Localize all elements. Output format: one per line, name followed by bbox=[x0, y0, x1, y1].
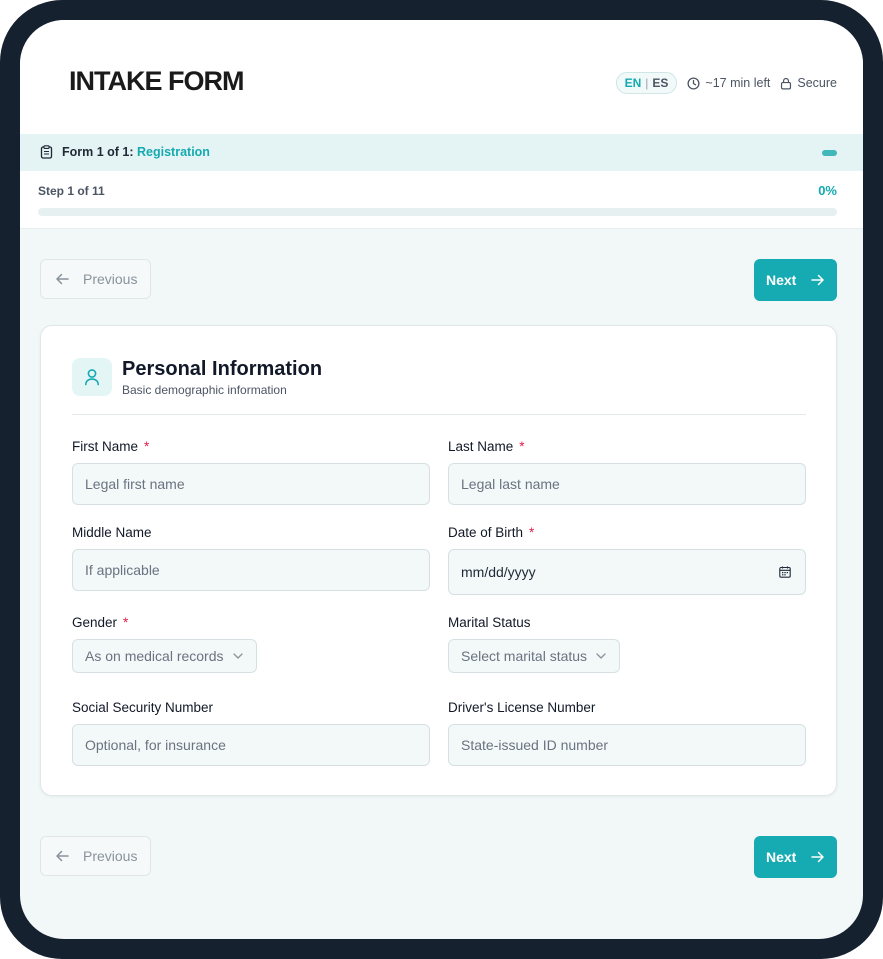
form-name: Registration bbox=[137, 145, 210, 159]
section-icon-badge bbox=[72, 358, 112, 396]
middle-name-label: Middle Name bbox=[72, 525, 152, 540]
step-counter: Step 1 of 11 bbox=[38, 184, 105, 198]
personal-information-card: Personal Information Basic demographic i… bbox=[40, 325, 837, 796]
gender-value: As on medical records bbox=[85, 648, 224, 664]
arrow-left-icon bbox=[56, 850, 69, 862]
drivers-license-label: Driver's License Number bbox=[448, 700, 595, 715]
step-progress: Step 1 of 11 0% bbox=[20, 171, 863, 229]
last-name-input[interactable]: Legal last name bbox=[448, 463, 806, 505]
language-toggle[interactable]: EN | ES bbox=[615, 72, 678, 94]
drivers-license-placeholder: State-issued ID number bbox=[461, 737, 609, 753]
device-frame: INTAKE FORM EN | ES ~17 min left Secure … bbox=[0, 0, 883, 959]
ssn-label: Social Security Number bbox=[72, 700, 213, 715]
secure-text: Secure bbox=[797, 76, 837, 90]
lang-en[interactable]: EN bbox=[625, 76, 642, 90]
lang-es[interactable]: ES bbox=[652, 76, 668, 90]
drivers-license-input[interactable]: State-issued ID number bbox=[448, 724, 806, 766]
form-indicator-text: Form 1 of 1: Registration bbox=[62, 145, 210, 159]
last-name-label: Last Name * bbox=[448, 439, 525, 454]
required-marker: * bbox=[144, 439, 150, 454]
middle-name-placeholder: If applicable bbox=[85, 562, 160, 578]
time-left-text: ~17 min left bbox=[705, 76, 771, 90]
first-name-input[interactable]: Legal first name bbox=[72, 463, 430, 505]
last-name-placeholder: Legal last name bbox=[461, 476, 560, 492]
required-marker: * bbox=[529, 525, 535, 540]
next-button-bottom[interactable]: Next bbox=[754, 836, 837, 878]
middle-name-label-text: Middle Name bbox=[72, 525, 152, 540]
brand-title: INTAKE FORM bbox=[69, 66, 244, 96]
lang-separator: | bbox=[645, 76, 649, 90]
required-marker: * bbox=[123, 615, 129, 630]
drivers-license-label-text: Driver's License Number bbox=[448, 700, 596, 715]
marital-status-label-text: Marital Status bbox=[448, 615, 531, 630]
clipboard-icon bbox=[40, 145, 53, 159]
marital-status-select[interactable]: Select marital status bbox=[448, 639, 621, 673]
gender-label: Gender * bbox=[72, 615, 128, 630]
arrow-left-icon bbox=[56, 273, 69, 285]
previous-label: Previous bbox=[83, 271, 138, 287]
form-indicator-bar: Form 1 of 1: Registration bbox=[20, 134, 863, 171]
middle-name-input[interactable]: If applicable bbox=[72, 549, 430, 591]
ssn-label-text: Social Security Number bbox=[72, 700, 214, 715]
arrow-right-icon bbox=[811, 274, 825, 286]
clock-icon bbox=[687, 76, 700, 90]
gender-label-text: Gender bbox=[72, 615, 118, 630]
header-meta: EN | ES ~17 min left Secure bbox=[615, 71, 837, 95]
dob-value: mm/dd/yyyy bbox=[461, 564, 536, 580]
marital-status-value: Select marital status bbox=[461, 648, 588, 664]
previous-button-bottom[interactable]: Previous bbox=[40, 836, 151, 876]
chevron-down-icon bbox=[596, 653, 606, 659]
gender-select[interactable]: As on medical records bbox=[72, 639, 257, 673]
last-name-label-text: Last Name bbox=[448, 439, 514, 454]
dob-label-text: Date of Birth bbox=[448, 525, 524, 540]
lock-icon bbox=[781, 77, 792, 89]
first-name-label: First Name * bbox=[72, 439, 149, 454]
secure-indicator: Secure bbox=[780, 76, 837, 90]
section-title: Personal Information bbox=[122, 358, 323, 380]
previous-button-top[interactable]: Previous bbox=[40, 259, 151, 299]
next-label: Next bbox=[766, 849, 797, 865]
chevron-down-icon bbox=[232, 653, 243, 659]
user-icon bbox=[85, 369, 99, 386]
app-screen: INTAKE FORM EN | ES ~17 min left Secure … bbox=[20, 20, 863, 939]
form-counter: Form 1 of 1: bbox=[62, 145, 138, 159]
first-name-placeholder: Legal first name bbox=[85, 476, 185, 492]
arrow-right-icon bbox=[811, 851, 825, 863]
section-divider bbox=[72, 414, 806, 415]
time-left: ~17 min left bbox=[687, 76, 770, 90]
marital-status-label: Marital Status bbox=[448, 615, 531, 630]
dob-input[interactable]: mm/dd/yyyy bbox=[448, 549, 806, 595]
ssn-placeholder: Optional, for insurance bbox=[85, 737, 226, 753]
previous-label: Previous bbox=[83, 848, 138, 864]
next-label: Next bbox=[766, 272, 797, 288]
app-header: INTAKE FORM EN | ES ~17 min left Secure bbox=[20, 20, 863, 134]
progress-track bbox=[38, 208, 837, 216]
collapse-toggle[interactable] bbox=[822, 150, 837, 156]
section-subtitle: Basic demographic information bbox=[122, 383, 287, 397]
dob-label: Date of Birth * bbox=[448, 525, 534, 540]
progress-percent: 0% bbox=[818, 183, 837, 198]
ssn-input[interactable]: Optional, for insurance bbox=[72, 724, 430, 766]
first-name-label-text: First Name bbox=[72, 439, 139, 454]
next-button-top[interactable]: Next bbox=[754, 259, 837, 301]
required-marker: * bbox=[519, 439, 525, 454]
calendar-icon[interactable] bbox=[779, 566, 791, 578]
